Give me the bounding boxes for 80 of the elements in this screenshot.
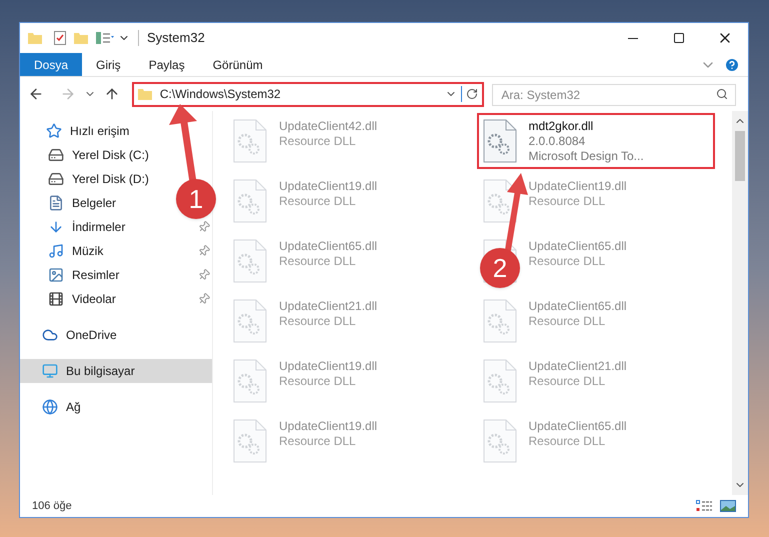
- dll-file-icon: [482, 179, 516, 223]
- film-icon: [48, 291, 64, 307]
- file-name: UpdateClient21.dll: [279, 299, 378, 314]
- drive-icon: [48, 171, 64, 187]
- file-name: UpdateClient65.dll: [528, 239, 627, 254]
- scrollbar[interactable]: [732, 111, 748, 495]
- dll-file-icon: [233, 359, 267, 403]
- file-name: UpdateClient21.dll: [528, 359, 627, 374]
- search-field[interactable]: Ara: System32: [492, 84, 736, 106]
- file-type: Resource DLL: [279, 434, 357, 449]
- drive-icon: [48, 147, 64, 163]
- dll-file-icon: [233, 299, 267, 343]
- dll-file-icon: [233, 179, 267, 223]
- file-version: 2.0.0.8084: [528, 134, 586, 149]
- sidebar-item[interactable]: Müzik: [20, 239, 170, 263]
- ribbon-tab[interactable]: Görünüm: [198, 53, 277, 76]
- file-name: UpdateClient19.dll: [528, 179, 627, 194]
- item-count: 106 öğe: [32, 498, 72, 514]
- search-icon[interactable]: [716, 88, 728, 100]
- properties-icon: [96, 32, 114, 44]
- globe-icon: [42, 399, 58, 415]
- file-type: Resource DLL: [279, 254, 357, 269]
- dll-file-icon: [233, 419, 267, 463]
- ribbon-tab[interactable]: Paylaş: [134, 53, 199, 76]
- file-name: UpdateClient65.dll: [528, 419, 627, 434]
- file-type: Resource DLL: [279, 374, 357, 389]
- file-name: UpdateClient19.dll: [279, 179, 378, 194]
- scroll-thumb[interactable]: [735, 131, 745, 181]
- sidebar-item[interactable]: Yerel Disk (D:): [20, 167, 170, 191]
- music-note-icon: [48, 243, 64, 259]
- maximize-icon: [673, 32, 685, 44]
- large-icons-view-icon[interactable]: [720, 500, 736, 512]
- dll-file-icon: [482, 299, 516, 343]
- details-view-icon[interactable]: [696, 500, 712, 512]
- folder-icon: [74, 32, 88, 44]
- dll-file-icon: [233, 239, 267, 283]
- file-name: UpdateClient42.dll: [279, 119, 378, 134]
- sidebar-item[interactable]: Videolar: [20, 287, 170, 311]
- dll-file-icon: [482, 419, 516, 463]
- back-icon[interactable]: [28, 86, 44, 102]
- file-type: Resource DLL: [528, 374, 606, 389]
- dll-file-icon: [482, 359, 516, 403]
- up-icon[interactable]: [104, 86, 120, 102]
- file-name: UpdateClient19.dll: [279, 419, 378, 434]
- file-type: Resource DLL: [528, 314, 606, 329]
- file-name: UpdateClient19.dll: [279, 359, 378, 374]
- address-bar[interactable]: C:\Windows\System32: [132, 82, 484, 106]
- folder-icon: [138, 88, 152, 100]
- file-type: Resource DLL: [528, 194, 606, 209]
- sidebar-item[interactable]: Resimler: [20, 263, 170, 287]
- sidebar-item[interactable]: OneDrive: [20, 323, 170, 347]
- checklist-icon: [54, 31, 66, 45]
- sidebar-item[interactable]: Belgeler: [20, 191, 170, 215]
- help-icon[interactable]: [724, 56, 740, 72]
- sidebar-item[interactable]: Ağ: [20, 395, 170, 419]
- file-type: Resource DLL: [279, 194, 357, 209]
- file-type: Resource DLL: [279, 134, 357, 149]
- file-type: Resource DLL: [528, 254, 606, 269]
- cloud-icon: [42, 327, 58, 343]
- sidebar-item[interactable]: Yerel Disk (C:): [20, 143, 170, 167]
- refresh-icon[interactable]: [466, 88, 478, 100]
- file-name: UpdateClient65.dll: [528, 299, 627, 314]
- file-type: Microsoft Design To...: [528, 149, 644, 164]
- dll-file-icon: [482, 119, 516, 163]
- file-type: Resource DLL: [528, 434, 606, 449]
- file-name: mdt2gkor.dll: [528, 119, 594, 134]
- ribbon-tab[interactable]: Giriş: [82, 53, 135, 76]
- ribbon-tab[interactable]: Dosya: [20, 53, 82, 76]
- picture-icon: [48, 267, 64, 283]
- star-icon: [46, 123, 62, 139]
- monitor-icon: [42, 363, 58, 379]
- window-title: System32: [147, 29, 205, 48]
- file-name: UpdateClient65.dll: [279, 239, 378, 254]
- sidebar-item[interactable]: Hızlı erişim: [20, 119, 170, 143]
- document-icon: [48, 195, 64, 211]
- dll-file-icon: [233, 119, 267, 163]
- file-type: Resource DLL: [279, 314, 357, 329]
- sidebar-item[interactable]: Bu bilgisayar: [20, 359, 212, 383]
- folder-icon: [28, 32, 42, 44]
- sidebar-item[interactable]: İndirmeler: [20, 215, 170, 239]
